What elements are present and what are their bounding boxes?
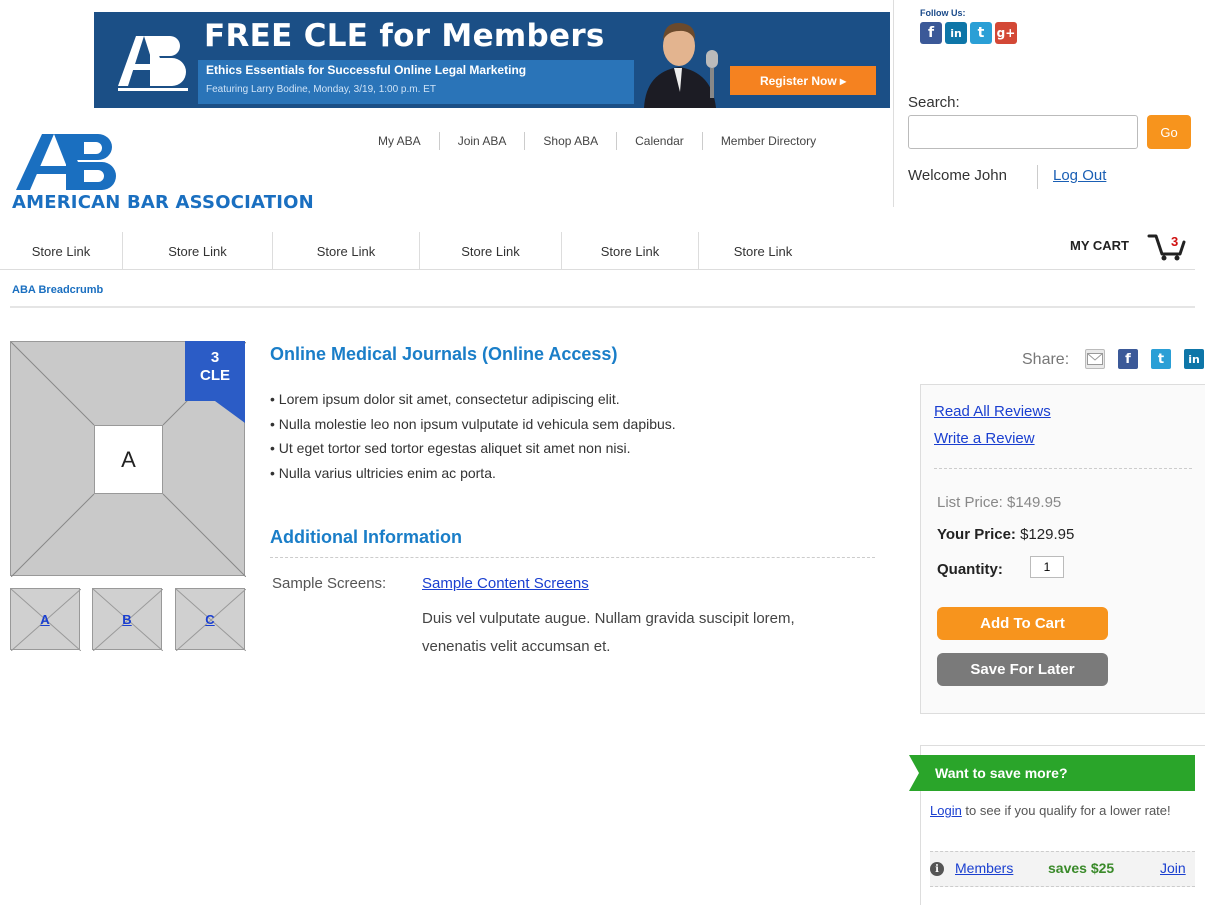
- thumbnail-link[interactable]: B: [122, 612, 131, 627]
- promo-title: Want to save more?: [935, 765, 1068, 781]
- top-nav: My ABA Join ABA Shop ABA Calendar Member…: [360, 132, 834, 150]
- store-link[interactable]: Store Link: [562, 232, 699, 270]
- bullet-item: • Lorem ipsum dolor sit amet, consectetu…: [270, 391, 620, 407]
- your-price-value: $129.95: [1020, 526, 1075, 543]
- login-link[interactable]: Login: [930, 803, 962, 818]
- email-icon[interactable]: [1085, 349, 1105, 369]
- nav-join-aba[interactable]: Join ABA: [440, 132, 526, 150]
- welcome-text: Welcome John: [908, 167, 1007, 184]
- cle-number: 3: [210, 349, 220, 366]
- cle-promo-banner[interactable]: FREE CLE for Members Ethics Essentials f…: [94, 12, 890, 108]
- share-label: Share:: [1022, 351, 1070, 368]
- breadcrumb[interactable]: ABA Breadcrumb: [12, 284, 103, 296]
- twitter-icon[interactable]: t: [970, 22, 992, 44]
- quantity-input[interactable]: [1030, 556, 1064, 578]
- cle-label: CLE: [200, 367, 230, 384]
- cart-count: 3: [1171, 234, 1178, 249]
- facebook-icon[interactable]: f: [920, 22, 942, 44]
- divider: [10, 306, 1195, 308]
- sample-description: Duis vel vulputate augue. Nullam gravida…: [422, 610, 795, 655]
- store-link[interactable]: Store Link: [699, 232, 827, 270]
- linkedin-icon[interactable]: in: [945, 22, 967, 44]
- promo-text: Login to see if you qualify for a lower …: [930, 799, 1190, 823]
- twitter-icon[interactable]: t: [1151, 349, 1171, 369]
- speaker-photo: [634, 12, 734, 108]
- aba-logo-text[interactable]: AMERICAN BAR ASSOCIATION: [12, 192, 314, 213]
- banner-subline: Ethics Essentials for Successful Online …: [206, 63, 527, 77]
- thumbnail-c[interactable]: C: [175, 588, 246, 651]
- savings-amount: saves $25: [1048, 860, 1115, 876]
- store-link[interactable]: Store Link: [420, 232, 562, 270]
- store-nav: Store Link Store Link Store Link Store L…: [0, 232, 1195, 270]
- info-icon[interactable]: i: [930, 862, 944, 876]
- quantity-label: Quantity:: [937, 561, 1003, 578]
- additional-info-heading: Additional Information: [270, 527, 462, 547]
- bullet-item: • Nulla molestie leo non ipsum vulputate…: [270, 415, 676, 432]
- write-review-link[interactable]: Write a Review: [934, 430, 1035, 447]
- save-for-later-button[interactable]: Save For Later: [937, 653, 1108, 686]
- store-link[interactable]: Store Link: [123, 232, 273, 270]
- list-price-label: List Price:: [937, 494, 1003, 511]
- nav-member-directory[interactable]: Member Directory: [703, 132, 834, 150]
- facebook-icon[interactable]: f: [1118, 349, 1138, 369]
- list-price: List Price: $149.95: [937, 494, 1061, 511]
- nav-shop-aba[interactable]: Shop ABA: [525, 132, 618, 150]
- nav-calendar[interactable]: Calendar: [617, 132, 703, 150]
- header-divider: [893, 0, 894, 207]
- divider: [934, 468, 1192, 469]
- envelope-glyph: [1087, 353, 1103, 365]
- divider: [270, 557, 875, 558]
- follow-us-label: Follow Us:: [920, 8, 966, 18]
- product-title: Online Medical Journals (Online Access): [270, 344, 618, 364]
- nav-my-aba[interactable]: My ABA: [360, 132, 440, 150]
- logout-link[interactable]: Log Out: [1053, 167, 1106, 184]
- your-price-label: Your Price:: [937, 526, 1016, 543]
- bullet-item: • Ut eget tortor sed tortor egestas aliq…: [270, 440, 631, 456]
- google-plus-icon[interactable]: g+: [995, 22, 1017, 44]
- search-input[interactable]: [908, 115, 1138, 149]
- bullet-item: • Nulla varius ultricies enim ac porta.: [270, 464, 496, 481]
- store-link[interactable]: Store Link: [273, 232, 420, 270]
- members-link[interactable]: Members: [955, 860, 1013, 876]
- product-bullets: • Lorem ipsum dolor sit amet, consectetu…: [270, 387, 676, 485]
- thumbnail-a[interactable]: A: [10, 588, 81, 651]
- join-link[interactable]: Join: [1160, 860, 1186, 876]
- promo-text-body: to see if you qualify for a lower rate!: [961, 803, 1171, 818]
- search-label: Search:: [908, 94, 960, 111]
- thumbnail-link[interactable]: C: [205, 612, 214, 627]
- your-price: Your Price: $129.95: [937, 526, 1074, 543]
- sample-content-screens-link[interactable]: Sample Content Screens: [422, 575, 589, 592]
- add-to-cart-button[interactable]: Add To Cart: [937, 607, 1108, 640]
- list-price-value: $149.95: [1007, 494, 1062, 511]
- read-all-reviews-link[interactable]: Read All Reviews: [934, 403, 1051, 420]
- banner-speaker: Featuring Larry Bodine, Monday, 3/19, 1:…: [206, 84, 436, 95]
- cle-credits: 3 CLE: [185, 349, 245, 385]
- linkedin-icon[interactable]: in: [1184, 349, 1204, 369]
- register-now-button[interactable]: Register Now ▸: [730, 66, 876, 95]
- search-go-button[interactable]: Go: [1147, 115, 1191, 149]
- thumbnail-b[interactable]: B: [92, 588, 163, 651]
- account-divider: [1037, 165, 1038, 189]
- aba-logo-icon[interactable]: [14, 132, 130, 192]
- my-cart-link[interactable]: MY CART: [1070, 238, 1129, 253]
- shopping-cart-icon[interactable]: 3: [1146, 230, 1188, 262]
- sample-screens-label: Sample Screens:: [272, 575, 387, 592]
- store-link[interactable]: Store Link: [0, 232, 123, 270]
- banner-headline: FREE CLE for Members: [204, 18, 605, 54]
- image-label: A: [94, 425, 163, 494]
- thumbnail-link[interactable]: A: [40, 612, 49, 627]
- aba-banner-logo: [118, 36, 188, 91]
